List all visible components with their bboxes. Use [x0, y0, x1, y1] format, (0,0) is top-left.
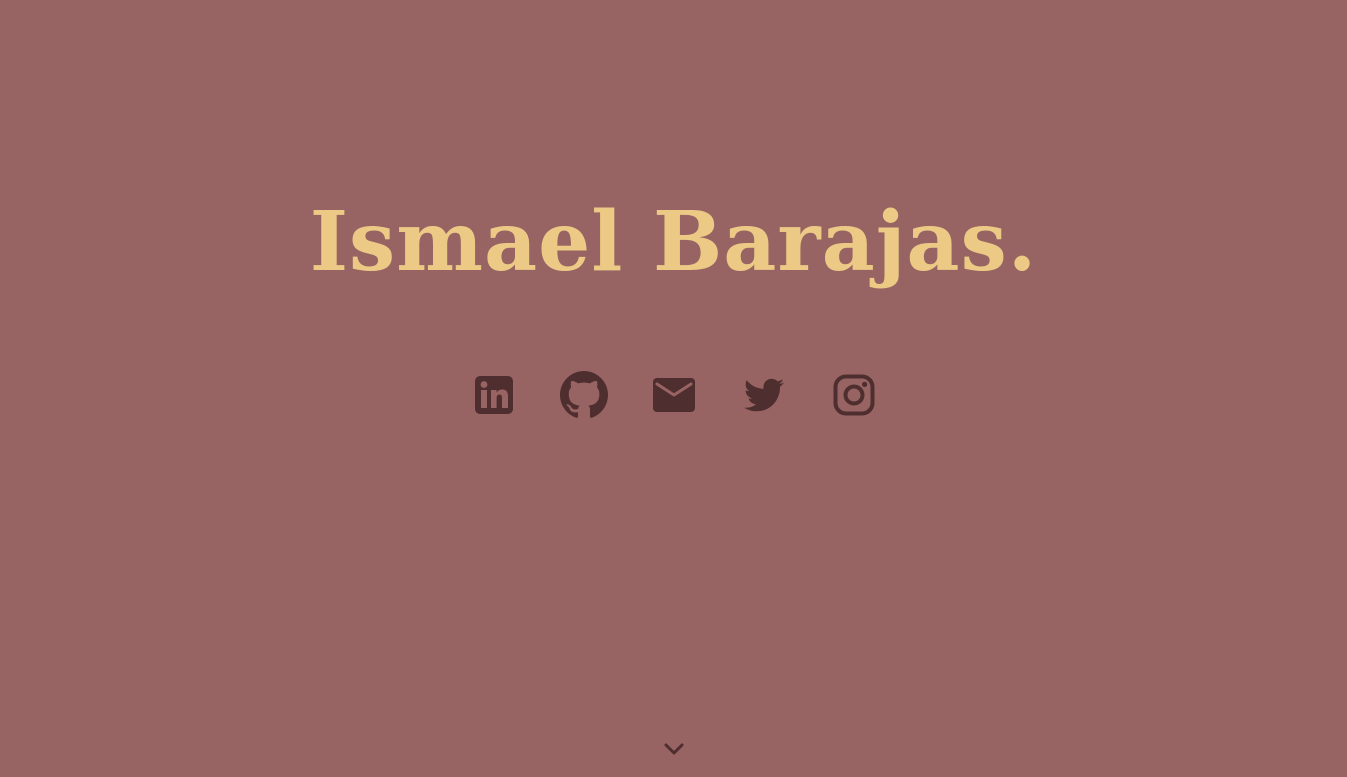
instagram-icon [833, 374, 874, 416]
github-icon [559, 371, 608, 418]
instagram-link[interactable] [830, 369, 878, 421]
github-link[interactable] [559, 369, 608, 421]
email-link[interactable] [650, 369, 698, 421]
twitter-icon [743, 378, 784, 412]
scroll-down-button[interactable] [662, 737, 686, 761]
twitter-link[interactable] [740, 369, 788, 421]
linkedin-link[interactable] [470, 369, 518, 421]
page-title: Ismael Barajas. [309, 194, 1038, 290]
chevron-down-icon [664, 743, 684, 755]
hero-section: Ismael Barajas. [0, 0, 1347, 777]
social-links [0, 369, 1347, 421]
linkedin-icon [474, 376, 513, 414]
email-icon [652, 378, 695, 412]
